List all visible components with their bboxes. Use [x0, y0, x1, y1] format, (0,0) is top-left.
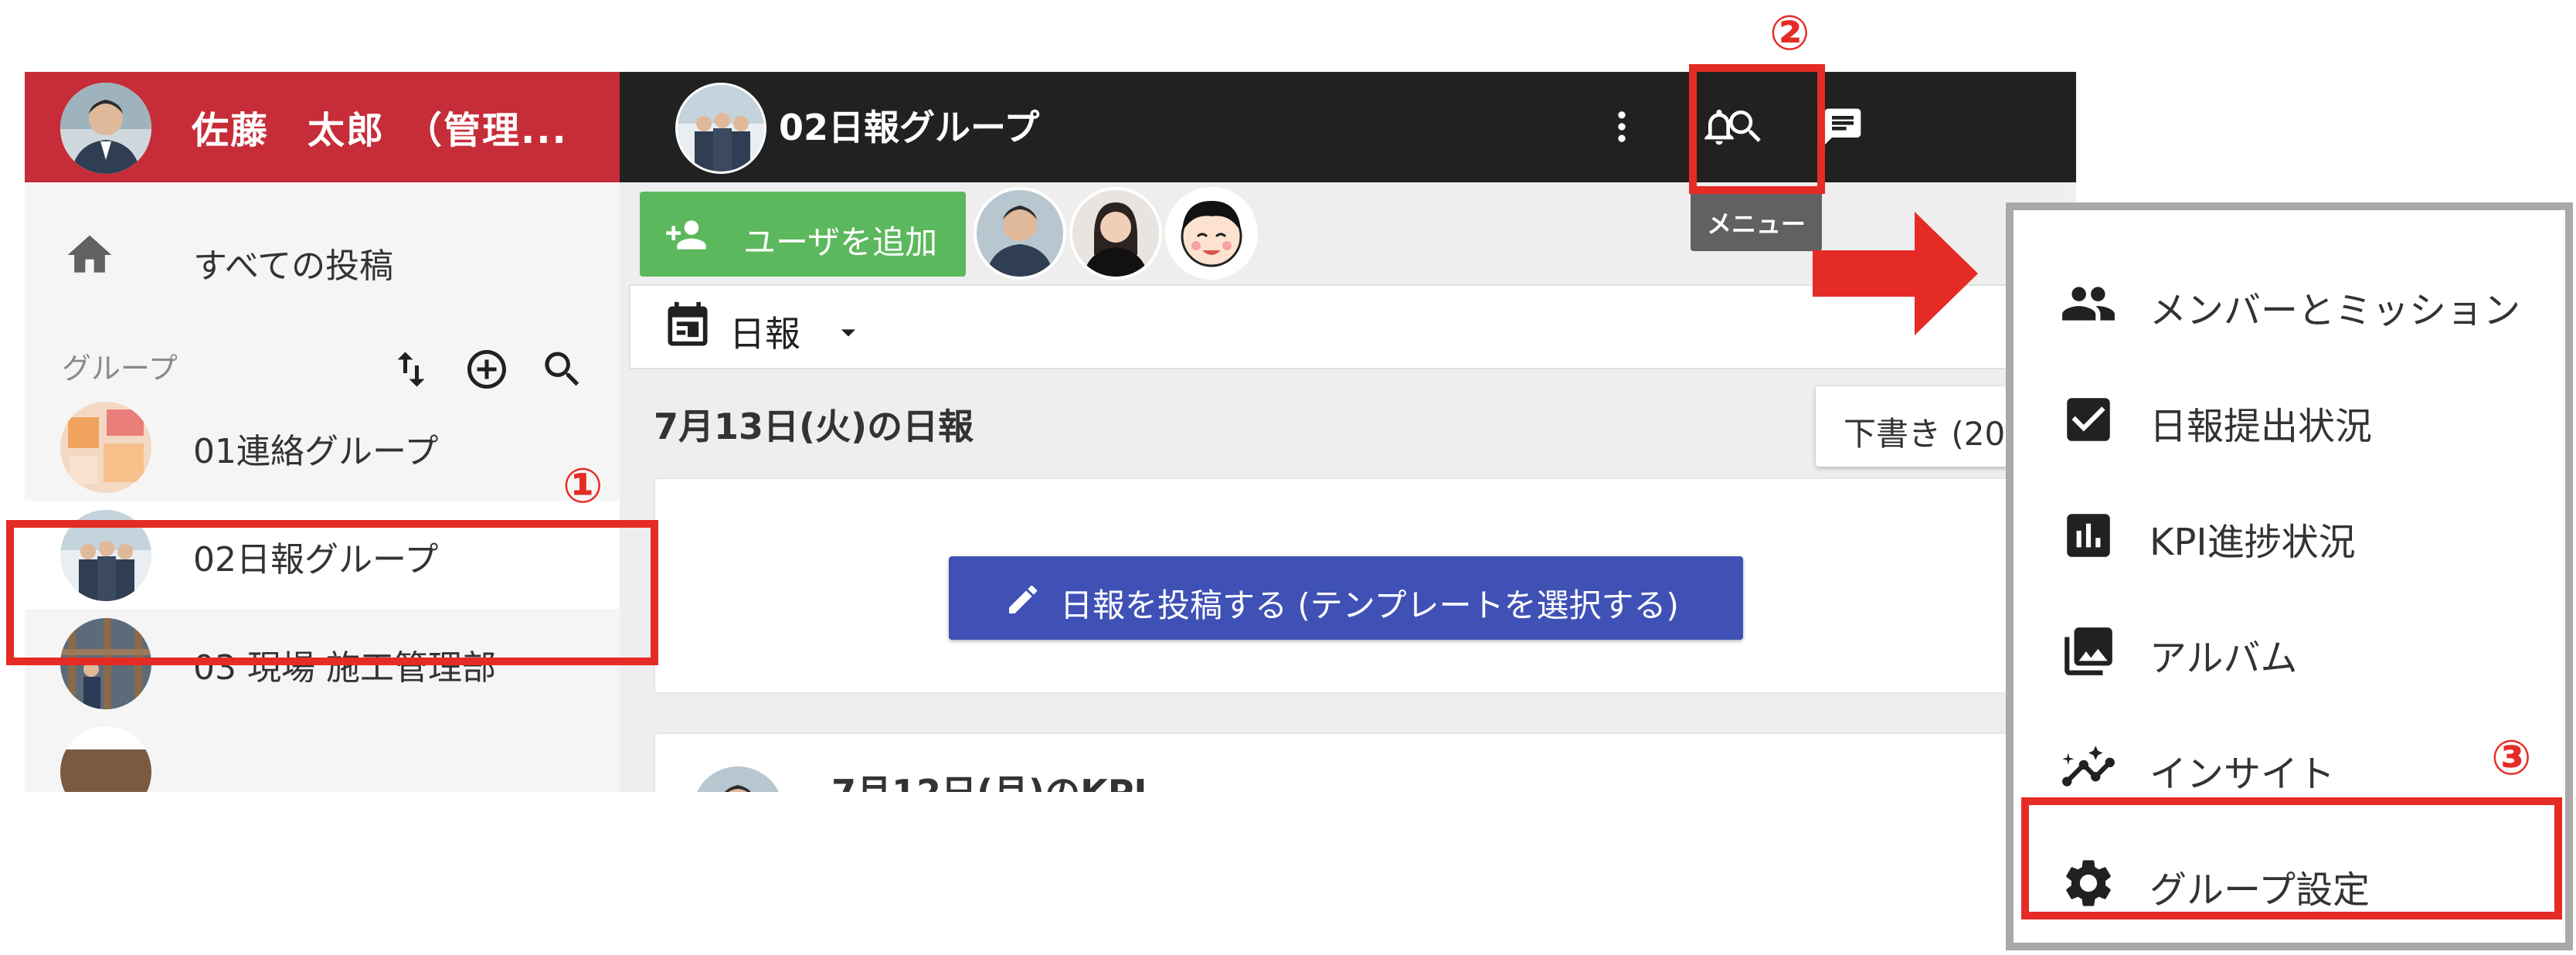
user-name: 佐藤 太郎 （管理... [192, 109, 568, 152]
menu-item-kpi-progress[interactable]: KPI進捗状況 [2014, 473, 2565, 589]
add-user-label: ユーザを追加 [743, 223, 938, 261]
member-avatar[interactable] [974, 187, 1066, 280]
photo-library-icon [2065, 627, 2112, 675]
menu-item-label: アルバム [2149, 637, 2298, 680]
sidebar: すべての投稿 グループ 01連絡グループ 02日報グループ 03 現場 施工管理… [25, 182, 620, 792]
menu-tooltip-label: メニュー [1706, 209, 1806, 239]
menu-item-label: メンバーとミッション [2149, 289, 2521, 332]
pencil-icon [1009, 585, 1038, 613]
member-avatar[interactable] [1069, 187, 1162, 280]
caret-down-icon [841, 329, 856, 337]
group-title: 02日報グループ [779, 107, 1040, 148]
highlight-step3 [2021, 797, 2562, 919]
person-add-icon [666, 220, 706, 250]
user-avatar[interactable] [60, 83, 151, 174]
group-header: 02日報グループ [620, 72, 2076, 182]
post-card: 日報を投稿する (テンプレートを選択する) [654, 477, 2076, 694]
sidebar-group-label: 01連絡グループ [193, 432, 439, 471]
post-type-label: 日報 [729, 313, 800, 355]
kpi-heading: 7月12日(月)のKPI [831, 765, 1147, 792]
annotation-step3: ③ [2491, 729, 2532, 786]
menu-item-label: インサイト [2149, 753, 2336, 796]
sort-icon[interactable] [388, 346, 437, 396]
highlight-step2 [1689, 64, 1825, 194]
highlight-step1 [6, 520, 658, 665]
add-circle-icon[interactable] [464, 346, 513, 396]
annotation-step2: ② [1769, 5, 1810, 61]
bar-chart-icon [2067, 514, 2110, 557]
user-header[interactable]: 佐藤 太郎 （管理... [25, 72, 620, 182]
group-avatar [60, 402, 151, 493]
sidebar-section-label: グループ [62, 352, 178, 386]
sidebar-group-04[interactable] [25, 717, 620, 792]
menu-tooltip: メニュー [1691, 188, 1822, 251]
menu-item-members-missions[interactable]: メンバーとミッション [2014, 241, 2565, 357]
annotation-step1: ① [562, 457, 603, 514]
post-report-label: 日報を投稿する (テンプレートを選択する) [1060, 586, 1679, 624]
group-avatar [60, 726, 151, 792]
sidebar-search-icon[interactable] [539, 346, 589, 396]
date-heading: 7月13日(火)の日報 [654, 406, 974, 447]
add-user-button[interactable]: ユーザを追加 [640, 192, 966, 277]
sidebar-item-label: すべての投稿 [193, 246, 394, 286]
calendar-icon [668, 301, 708, 346]
home-icon [67, 235, 112, 273]
avatar [692, 766, 783, 792]
insights-icon [2062, 746, 2115, 787]
sidebar-item-all-posts[interactable]: すべての投稿 [25, 212, 620, 297]
menu-item-label: 日報提出状況 [2149, 405, 2373, 448]
sidebar-group-01[interactable]: 01連絡グループ [25, 393, 620, 501]
menu-item-report-status[interactable]: 日報提出状況 [2014, 357, 2565, 473]
people-icon [2062, 287, 2115, 321]
post-report-button[interactable]: 日報を投稿する (テンプレートを選択する) [949, 556, 1743, 640]
more-vert-icon[interactable] [1595, 100, 1649, 154]
group-avatar[interactable] [675, 83, 766, 174]
member-avatar[interactable] [1165, 187, 1258, 280]
menu-item-album[interactable]: アルバム [2014, 589, 2565, 705]
checkbox-icon [2067, 398, 2110, 441]
draft-label: 下書き (20) [1844, 415, 2018, 453]
kpi-post-card[interactable]: 7月12日(月)のKPI [654, 732, 2076, 792]
menu-item-label: KPI進捗状況 [2149, 521, 2356, 564]
arrow-right-icon [1813, 212, 1978, 335]
